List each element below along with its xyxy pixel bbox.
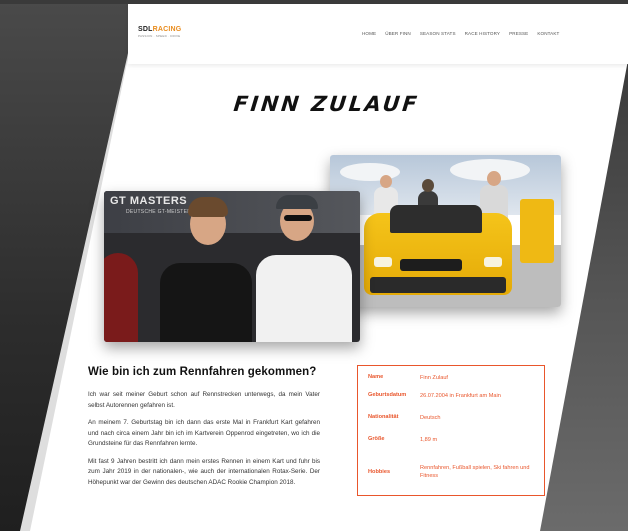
intro-paragraph: Ich war seit meiner Geburt schon auf Ren… [88, 391, 320, 409]
race-car-door [520, 199, 554, 263]
brand-wordmark: SDLRACING [138, 26, 186, 33]
brand-name-part1: SDL [138, 26, 153, 33]
info-value: Deutsch [420, 415, 441, 421]
race-car-headlight [374, 257, 392, 267]
nav-item-press[interactable]: PRESSE [509, 31, 528, 36]
intro-paragraph: Mit fast 9 Jahren bestritt ich dann mein… [88, 457, 320, 486]
intro-section: Wie bin ich zum Rennfahren gekommen? Ich… [88, 366, 320, 495]
brand-tagline: PASSION · SPEED · DRIVE [138, 34, 181, 38]
intro-paragraph: An meinem 7. Geburtstag bin ich dann das… [88, 419, 320, 447]
race-car-photo [330, 155, 561, 307]
nav-item-season-stats[interactable]: SEASON STATS [420, 31, 456, 36]
nav-item-about[interactable]: ÜBER FINN [385, 31, 411, 36]
photo-person-head [422, 179, 434, 192]
race-car-headlight [484, 257, 502, 267]
info-row-hobbies: Hobbies Rennfahren, Fußball spielen, Ski… [368, 458, 534, 486]
info-value: 1,89 m [420, 437, 438, 443]
info-label: Name [368, 374, 384, 380]
photo-driver [160, 263, 252, 342]
photo-person-head [487, 171, 501, 186]
info-row-name: Name Finn Zulauf [368, 374, 534, 392]
photo-person-cap [276, 195, 318, 209]
main-navigation: HOME ÜBER FINN SEASON STATS RACE HISTORY… [362, 31, 559, 36]
info-label: Nationalität [368, 414, 399, 420]
info-row-height: Größe 1,89 m [368, 436, 534, 458]
brand-name-part2: RACING [152, 26, 182, 33]
page-title: FINN ZULAUF [232, 92, 421, 116]
site-header: SDLRACING PASSION · SPEED · DRIVE HOME Ü… [128, 4, 628, 64]
info-label: Größe [368, 436, 385, 442]
photo-person-sunglasses [284, 215, 312, 221]
photo-banner-title: GT MASTERS [110, 195, 188, 207]
drivers-photo: GT MASTERS DEUTSCHE GT-MEISTERSCHAFT [104, 191, 360, 342]
photo-person-head [380, 175, 392, 188]
info-row-birthdate: Geburtsdatum 26.07.2004 in Frankfurt am … [368, 392, 534, 414]
photo-banner: GT MASTERS DEUTSCHE GT-MEISTERSCHAFT [104, 191, 360, 233]
photo-person [104, 253, 138, 342]
race-car-grille [400, 259, 462, 271]
driver-info-box: Name Finn Zulauf Geburtsdatum 26.07.2004… [357, 365, 545, 496]
nav-item-race-history[interactable]: RACE HISTORY [465, 31, 501, 36]
brand-logo[interactable]: SDLRACING PASSION · SPEED · DRIVE [138, 26, 186, 44]
info-row-nationality: Nationalität Deutsch [368, 414, 534, 436]
info-label: Geburtsdatum [368, 392, 407, 398]
info-label: Hobbies [368, 469, 391, 475]
info-value: Finn Zulauf [420, 375, 448, 381]
photo-driver-hair [188, 197, 228, 217]
intro-heading: Wie bin ich zum Rennfahren gekommen? [88, 366, 317, 378]
info-value: Rennfahren, Fußball spielen, Ski fahren … [420, 464, 530, 480]
race-car-windshield [390, 205, 482, 233]
nav-item-contact[interactable]: KONTAKT [537, 31, 559, 36]
nav-item-home[interactable]: HOME [362, 31, 376, 36]
race-car-bumper [370, 277, 506, 293]
info-value: 26.07.2004 in Frankfurt am Main [420, 393, 501, 399]
photo-person [256, 255, 352, 342]
